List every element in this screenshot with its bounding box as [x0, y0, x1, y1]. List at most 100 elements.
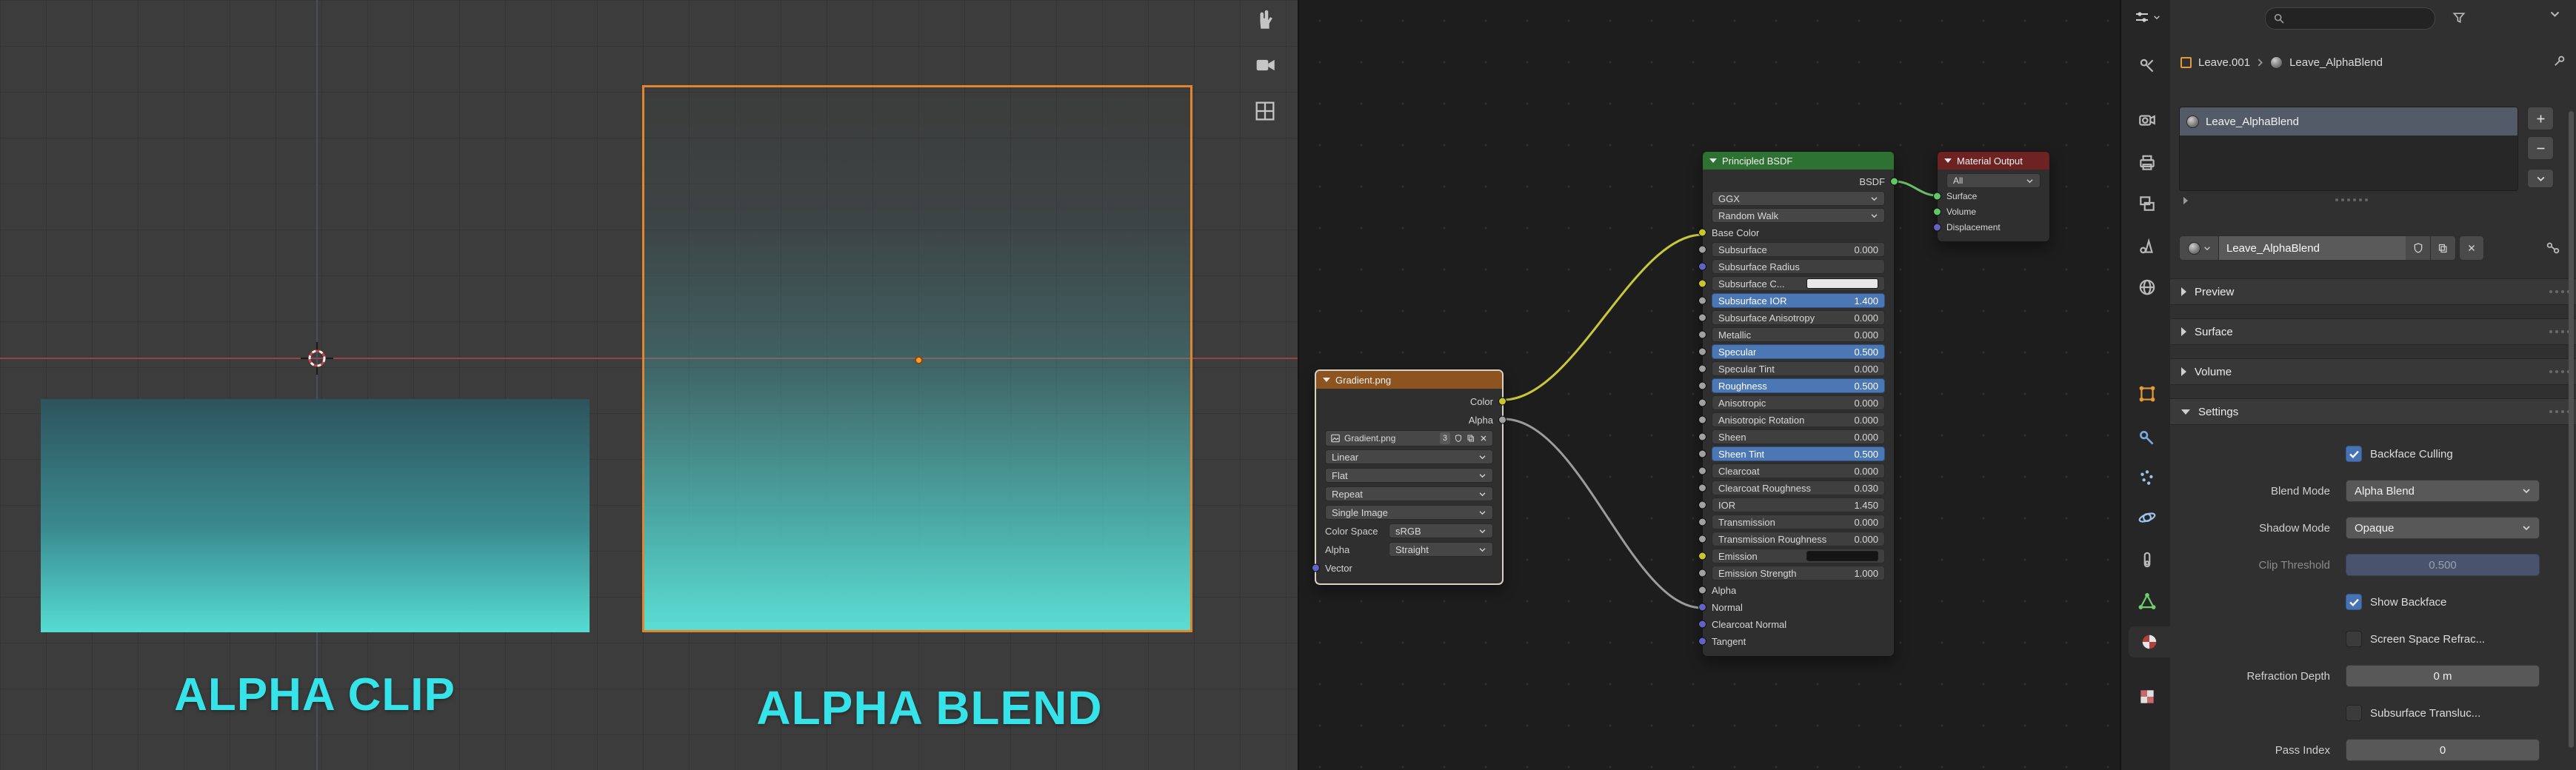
color-field[interactable]: Subsurface C... — [1712, 276, 1885, 291]
input-socket[interactable] — [1698, 501, 1706, 509]
bsdf-output-socket[interactable] — [1890, 178, 1898, 186]
bsdf-row-clearcoat[interactable]: Clearcoat0.000 — [1703, 463, 1894, 479]
input-socket[interactable] — [1698, 569, 1706, 578]
input-socket[interactable] — [1698, 365, 1706, 373]
input-socket[interactable] — [1698, 416, 1706, 424]
value-slider[interactable]: Subsurface IOR1.400 — [1712, 293, 1885, 308]
input-socket[interactable] — [1698, 263, 1706, 271]
node-header[interactable]: Gradient.png — [1316, 371, 1502, 389]
tab-texture[interactable] — [2130, 681, 2164, 712]
distribution-dropdown[interactable]: GGX — [1712, 191, 1885, 206]
bsdf-row-metallic[interactable]: Metallic0.000 — [1703, 327, 1894, 343]
fake-user-button[interactable] — [2406, 235, 2431, 261]
input-socket[interactable] — [1698, 467, 1706, 475]
copy-icon[interactable] — [1466, 434, 1475, 443]
input-socket[interactable] — [1698, 348, 1706, 356]
camera-view-icon[interactable] — [1250, 50, 1280, 80]
bsdf-row-subsurface[interactable]: Subsurface0.000 — [1703, 241, 1894, 258]
tab-physics[interactable] — [2130, 502, 2164, 533]
unlink-x-icon[interactable] — [1479, 434, 1488, 443]
shader-editor[interactable]: Gradient.png Color Alpha Gradient.png 3 — [1298, 0, 2120, 770]
input-socket[interactable] — [1698, 586, 1706, 595]
bsdf-row-roughness[interactable]: Roughness0.500 — [1703, 378, 1894, 394]
input-socket[interactable] — [1698, 603, 1706, 612]
value-field[interactable]: Metallic0.000 — [1712, 327, 1885, 342]
tab-output[interactable] — [2130, 147, 2164, 178]
input-socket[interactable] — [1698, 433, 1706, 441]
refraction-depth-field[interactable]: 0 m — [2346, 665, 2540, 687]
material-slot-selected[interactable]: Leave_AlphaBlend — [2180, 107, 2517, 135]
move-hand-icon[interactable] — [1250, 4, 1280, 34]
slot-specials-button[interactable] — [2527, 169, 2554, 188]
input-socket[interactable] — [1698, 331, 1706, 339]
bsdf-row-transmission-roughness[interactable]: Transmission Roughness0.000 — [1703, 531, 1894, 547]
volume-input-socket[interactable] — [1933, 208, 1941, 216]
value-slider[interactable]: Roughness0.500 — [1712, 378, 1885, 393]
panel-preview[interactable]: Preview — [2170, 278, 2576, 305]
tab-modifiers[interactable] — [2130, 423, 2164, 454]
collapse-icon[interactable] — [1323, 378, 1330, 382]
image-texture-node[interactable]: Gradient.png Color Alpha Gradient.png 3 — [1315, 369, 1504, 585]
editor-type-button[interactable] — [2127, 6, 2166, 28]
value-field[interactable]: Transmission Roughness0.000 — [1712, 532, 1885, 546]
input-socket[interactable] — [1698, 518, 1706, 526]
alpha-clip-plane[interactable] — [41, 399, 590, 632]
input-socket[interactable] — [1698, 314, 1706, 322]
tab-view-layer[interactable] — [2130, 188, 2164, 219]
blend-mode-dropdown[interactable]: Alpha Blend — [2346, 480, 2540, 502]
copy-material-button[interactable] — [2431, 235, 2456, 261]
tab-object-data[interactable] — [2130, 586, 2164, 617]
material-name-field[interactable]: Leave_AlphaBlend — [2219, 235, 2406, 261]
bsdf-row-sheen-tint[interactable]: Sheen Tint0.500 — [1703, 446, 1894, 462]
source-dropdown[interactable]: Single Image — [1325, 505, 1493, 520]
input-socket[interactable] — [1698, 552, 1706, 560]
panel-drag-grip[interactable] — [2549, 290, 2552, 293]
tab-material-active[interactable] — [2129, 626, 2170, 657]
input-socket[interactable] — [1698, 229, 1706, 237]
color-field[interactable]: Emission — [1712, 549, 1885, 563]
show-backface-checkbox[interactable] — [2346, 594, 2362, 610]
bsdf-row-emission-strength[interactable]: Emission Strength1.000 — [1703, 565, 1894, 581]
users-count[interactable]: 3 — [1440, 432, 1450, 444]
collapse-icon[interactable] — [1944, 158, 1952, 163]
bsdf-row-subsurface-radius[interactable]: Subsurface Radius — [1703, 258, 1894, 275]
color-swatch[interactable] — [1806, 551, 1878, 561]
add-slot-button[interactable] — [2527, 107, 2554, 130]
panel-surface[interactable]: Surface — [2170, 318, 2576, 345]
interpolation-dropdown[interactable]: Linear — [1325, 449, 1493, 464]
alpha-blend-text-object[interactable]: ALPHA BLEND — [704, 680, 1155, 735]
shadow-mode-dropdown[interactable]: Opaque — [2346, 517, 2540, 539]
value-field[interactable]: Subsurface0.000 — [1712, 242, 1885, 257]
tab-scene[interactable] — [2130, 231, 2164, 262]
bsdf-row-subsurface-anisotropy[interactable]: Subsurface Anisotropy0.000 — [1703, 309, 1894, 326]
value-slider[interactable]: Specular0.500 — [1712, 344, 1885, 359]
breadcrumb-object[interactable]: Leave.001 — [2198, 56, 2250, 69]
input-socket[interactable] — [1698, 620, 1706, 629]
list-resize-grip[interactable] — [2347, 198, 2350, 201]
value-slider[interactable]: Sheen Tint0.500 — [1712, 446, 1885, 461]
principled-bsdf-node[interactable]: Principled BSDF BSDF GGX Random Walk — [1702, 151, 1895, 657]
color-output-socket[interactable] — [1498, 398, 1506, 406]
displacement-input-socket[interactable] — [1933, 224, 1941, 232]
material-nodes-icon[interactable] — [2545, 240, 2561, 256]
bsdf-row-transmission[interactable]: Transmission0.000 — [1703, 514, 1894, 530]
tab-render[interactable] — [2130, 104, 2164, 135]
tab-constraints[interactable] — [2130, 544, 2164, 575]
bsdf-row-emission[interactable]: Emission — [1703, 548, 1894, 564]
bsdf-row-clearcoat-roughness[interactable]: Clearcoat Roughness0.030 — [1703, 480, 1894, 496]
panel-drag-grip[interactable] — [2549, 410, 2552, 413]
value-field[interactable]: Subsurface Anisotropy0.000 — [1712, 310, 1885, 325]
bsdf-row-anisotropic-rotation[interactable]: Anisotropic Rotation0.000 — [1703, 412, 1894, 428]
alpha-output-socket[interactable] — [1498, 416, 1506, 424]
value-field[interactable]: Transmission0.000 — [1712, 515, 1885, 529]
material-output-node[interactable]: Material Output All Surface Volume — [1937, 151, 2050, 242]
value-field[interactable]: Sheen0.000 — [1712, 429, 1885, 444]
tab-world[interactable] — [2130, 272, 2164, 303]
vector-input-socket[interactable] — [1312, 564, 1320, 572]
options-chevron-icon[interactable] — [2549, 10, 2560, 18]
unlink-material-button[interactable] — [2459, 235, 2484, 261]
tab-particles[interactable] — [2130, 462, 2164, 493]
panel-settings-expanded[interactable]: Settings — [2170, 398, 2576, 425]
target-dropdown[interactable]: All — [1946, 173, 2041, 188]
value-field[interactable]: Clearcoat0.000 — [1712, 463, 1885, 478]
